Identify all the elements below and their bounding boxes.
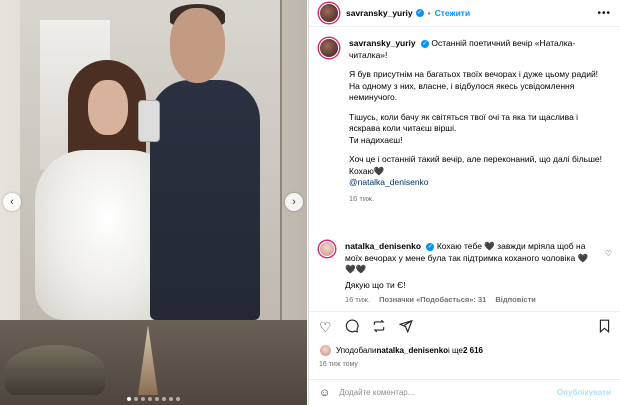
post-actions: ♡	[309, 311, 620, 343]
verified-icon: ✓	[421, 39, 430, 48]
like-heart-icon[interactable]: ♡	[319, 319, 332, 336]
carousel-next-button[interactable]: ›	[285, 193, 303, 211]
likes-count[interactable]: 2 616	[463, 346, 483, 355]
comment-age: 16 тиж.	[345, 295, 371, 304]
share-icon[interactable]	[398, 319, 413, 336]
photo-phone	[138, 100, 160, 142]
caption-mention-link[interactable]: @natalka_denisenko	[349, 177, 429, 187]
likes-middle: і ще	[448, 346, 463, 355]
follow-button[interactable]: Стежити	[435, 8, 471, 18]
verified-icon: ✓	[426, 242, 435, 251]
commenter-username[interactable]: natalka_denisenko	[345, 241, 421, 251]
comment-likes-link[interactable]: Позначки «Подобається»: 31	[379, 294, 486, 306]
likes-user[interactable]: natalka_denisenko	[376, 346, 448, 355]
carousel-dot	[134, 397, 138, 401]
post-timestamp: 16 тиж тому	[319, 361, 358, 368]
carousel-dot	[141, 397, 145, 401]
carousel-dot	[127, 397, 131, 401]
carousel-dot	[162, 397, 166, 401]
photo-woman-face	[88, 80, 128, 135]
post-header: savransky_yuriy ✓ • Стежити •••	[309, 0, 620, 27]
comment-composer: ☺ Опублікувати	[309, 379, 620, 405]
author-avatar[interactable]	[319, 3, 339, 23]
post-comment-button[interactable]: Опублікувати	[557, 388, 611, 397]
carousel-prev-button[interactable]: ‹	[3, 193, 21, 211]
comment-input[interactable]	[339, 388, 557, 397]
comment-bubble-icon[interactable]	[345, 319, 359, 336]
caption-paragraph: Я був присутнім на багатьох твоїх вечора…	[349, 69, 599, 102]
caption-age: 16 тиж.	[349, 193, 375, 203]
likes-summary[interactable]: Уподобали natalka_denisenko і ще 2 616	[319, 344, 483, 357]
comment-text-2: Дякую що ти Є!	[345, 279, 406, 290]
commenter-avatar[interactable]	[319, 241, 335, 257]
caption-paragraph: Тішусь, коли бачу як світяться твої очі …	[349, 111, 579, 145]
photo-man-head	[170, 8, 225, 83]
photo-man-body	[150, 80, 260, 320]
repost-icon[interactable]	[372, 319, 386, 336]
carousel-dot	[155, 397, 159, 401]
bookmark-icon[interactable]	[598, 319, 611, 336]
reply-button[interactable]: Відповісти	[495, 294, 536, 306]
photo-dish	[5, 345, 105, 395]
post-photo[interactable]: ‹ ›	[0, 0, 307, 405]
carousel-dot	[176, 397, 180, 401]
caption-paragraph: Хоч це і останній такий вечір, але перек…	[349, 154, 603, 176]
caption-author-username[interactable]: savransky_yuriy	[349, 38, 416, 48]
verified-icon: ✓	[415, 9, 424, 17]
more-horizontal-icon[interactable]: •••	[597, 8, 611, 19]
post-sidebar: savransky_yuriy ✓ • Стежити ••• savransk…	[308, 0, 620, 405]
likes-prefix: Уподобали	[336, 346, 377, 355]
post-caption: savransky_yuriy ✓ Останній поетичний веч…	[319, 38, 614, 204]
carousel-dot	[148, 397, 152, 401]
emoji-icon[interactable]: ☺	[319, 387, 330, 399]
comment-item: natalka_denisenko ✓ Кохаю тебе 🖤 завжди …	[319, 241, 614, 306]
liker-avatar	[319, 344, 332, 357]
author-username[interactable]: savransky_yuriy	[346, 8, 413, 18]
separator-dot: •	[427, 8, 431, 18]
caption-author-avatar[interactable]	[319, 38, 339, 58]
carousel-dots	[0, 397, 307, 401]
carousel-dot	[169, 397, 173, 401]
comment-like-heart-icon[interactable]: ♡	[605, 249, 612, 258]
